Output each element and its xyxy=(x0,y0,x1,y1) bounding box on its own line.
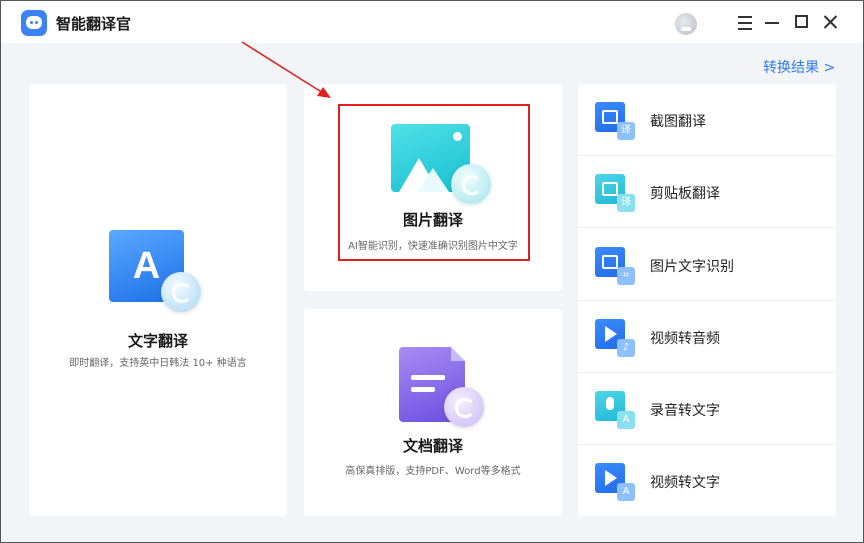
tool-item-image-ocr[interactable]: ⌗ 图片文字识别 xyxy=(578,229,836,301)
screenshot-translate-icon: 译 xyxy=(595,102,635,140)
doc-translate-card[interactable]: 文档翻译 高保真排版，支持PDF、Word等多格式 xyxy=(304,309,562,516)
tool-list: 译 截图翻译 译 剪贴板翻译 ⌗ 图片文字识别 ♪ 视频转音频 A 录音转文字 … xyxy=(578,84,836,516)
highlight-box xyxy=(338,104,530,261)
user-avatar[interactable] xyxy=(675,13,697,35)
tool-item-clipboard-translate[interactable]: 译 剪贴板翻译 xyxy=(578,156,836,228)
tool-item-video-to-audio[interactable]: ♪ 视频转音频 xyxy=(578,301,836,373)
close-button[interactable] xyxy=(821,13,841,33)
clipboard-translate-icon: 译 xyxy=(595,174,635,212)
tool-label: 图片文字识别 xyxy=(650,259,734,275)
image-ocr-icon: ⌗ xyxy=(595,247,635,285)
refresh-icon xyxy=(161,272,201,312)
tool-label: 剪贴板翻译 xyxy=(650,186,720,202)
video-to-text-icon: A xyxy=(595,463,635,501)
tool-item-video-to-text[interactable]: A 视频转文字 xyxy=(578,445,836,517)
image-translate-card[interactable]: 图片翻译 AI智能识别，快速准确识别图片中文字 xyxy=(304,84,562,291)
app-window: 智能翻译官 转换结果 > A 文字翻译 即时翻译，支持英中日韩法 10+ 种语言… xyxy=(0,0,864,543)
tool-label: 视频转音频 xyxy=(650,331,720,347)
text-translate-desc: 即时翻译，支持英中日韩法 10+ 种语言 xyxy=(69,358,247,369)
app-title: 智能翻译官 xyxy=(56,15,132,33)
tool-item-audio-to-text[interactable]: A 录音转文字 xyxy=(578,373,836,445)
refresh-icon xyxy=(444,387,484,427)
text-translate-title: 文字翻译 xyxy=(127,332,188,350)
tool-item-screenshot-translate[interactable]: 译 截图翻译 xyxy=(578,84,836,156)
app-logo-icon xyxy=(21,10,47,36)
title-bar: 智能翻译官 xyxy=(1,1,863,43)
tool-label: 截图翻译 xyxy=(650,114,706,130)
audio-to-text-icon: A xyxy=(595,391,635,429)
maximize-button[interactable] xyxy=(793,13,813,33)
conversion-results-link[interactable]: 转换结果 > xyxy=(763,57,835,77)
tool-label: 录音转文字 xyxy=(650,403,720,419)
video-to-audio-icon: ♪ xyxy=(595,319,635,357)
tool-label: 视频转文字 xyxy=(650,475,720,491)
minimize-button[interactable] xyxy=(763,13,783,33)
doc-translate-title: 文档翻译 xyxy=(402,437,463,455)
doc-translate-desc: 高保真排版，支持PDF、Word等多格式 xyxy=(345,466,521,477)
menu-button[interactable] xyxy=(735,13,755,33)
text-translate-card[interactable]: A 文字翻译 即时翻译，支持英中日韩法 10+ 种语言 xyxy=(29,84,287,516)
